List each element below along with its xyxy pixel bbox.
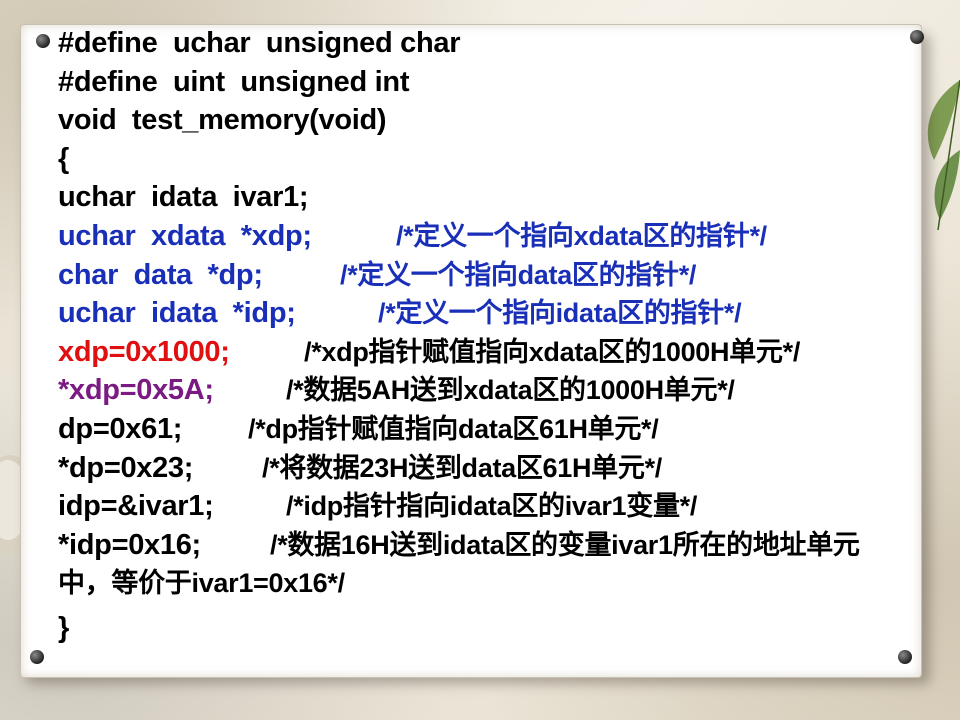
code-statement: char data *dp; — [58, 258, 263, 291]
code-statement: uchar idata *idp; — [58, 297, 296, 330]
code-line: *idp=0x16;/*数据16H送到idata区的变量ivar1所在的地址单元… — [58, 526, 908, 603]
code-text: #define uchar unsigned char — [58, 27, 461, 59]
code-statement: *dp=0x23; — [58, 451, 194, 484]
code-comment: /*数据5AH送到xdata区的1000H单元*/ — [286, 375, 735, 406]
code-line: uchar idata *idp; /*定义一个指向idata区的指针*/ — [58, 294, 908, 333]
code-comment: /*xdp指针赋值指向xdata区的1000H单元*/ — [304, 336, 801, 367]
code-text: uchar idata ivar1; — [58, 181, 309, 214]
code-line: void test_memory(void) — [58, 101, 908, 140]
code-text: #define uint unsigned int — [58, 65, 410, 98]
code-comment: /*定义一个指向idata区的指针*/ — [378, 298, 742, 329]
code-line: uchar idata ivar1; — [58, 178, 908, 217]
code-comment: /*定义一个指向data区的指针*/ — [340, 259, 697, 290]
code-text: { — [58, 142, 69, 175]
pin-bottom-left-icon — [30, 650, 44, 664]
pin-bottom-right-icon — [898, 650, 912, 664]
code-line: idp=&ivar1; /*idp指针指向idata区的ivar1变量*/ — [58, 487, 908, 526]
pin-top-left-icon — [36, 34, 50, 48]
code-comment: /*dp指针赋值指向data区61H单元*/ — [248, 413, 659, 444]
code-statement: dp=0x61; — [58, 412, 183, 445]
code-text: } — [58, 611, 69, 644]
code-statement: *xdp=0x5A; — [58, 374, 214, 407]
code-line: { — [58, 140, 908, 179]
code-line: #define uchar unsigned char — [58, 24, 908, 63]
code-comment: /*定义一个指向xdata区的指针*/ — [396, 220, 767, 251]
code-line: *dp=0x23; /*将数据23H送到data区61H单元*/ — [58, 449, 908, 488]
code-statement: xdp=0x1000; — [58, 335, 230, 368]
pin-top-right-icon — [910, 30, 924, 44]
code-line: char data *dp; /*定义一个指向data区的指针*/ — [58, 256, 908, 295]
code-line: xdp=0x1000; /*xdp指针赋值指向xdata区的1000H单元*/ — [58, 333, 908, 372]
code-line: *xdp=0x5A; /*数据5AH送到xdata区的1000H单元*/ — [58, 371, 908, 410]
code-text: void test_memory(void) — [58, 104, 387, 137]
code-statement: uchar xdata *xdp; — [58, 219, 312, 252]
code-statement: idp=&ivar1; — [58, 490, 214, 523]
code-statement: *idp=0x16; — [58, 528, 201, 561]
code-line: uchar xdata *xdp; /*定义一个指向xdata区的指针*/ — [58, 217, 908, 256]
code-line: #define uint unsigned int — [58, 63, 908, 102]
code-comment: /*idp指针指向idata区的ivar1变量*/ — [286, 491, 698, 522]
code-comment: /*将数据23H送到data区61H单元*/ — [262, 452, 662, 483]
code-block: #define uchar unsigned char #define uint… — [58, 24, 908, 648]
code-line: } — [58, 609, 908, 648]
code-line: dp=0x61; /*dp指针赋值指向data区61H单元*/ — [58, 410, 908, 449]
